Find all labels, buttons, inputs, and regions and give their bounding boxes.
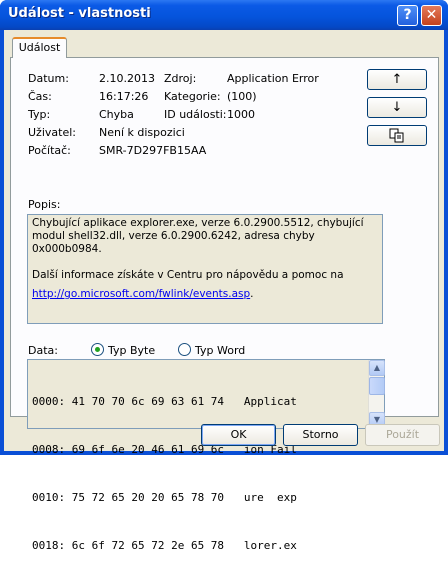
close-button[interactable]: ✕ — [421, 5, 442, 26]
description-link-line: http://go.microsoft.com/fwlink/events.as… — [32, 288, 254, 300]
category-value: (100) — [227, 90, 257, 103]
data-label: Data: — [28, 344, 58, 357]
close-icon: ✕ — [425, 7, 438, 23]
user-value: Není k dispozici — [99, 126, 185, 139]
ok-button[interactable]: OK — [201, 424, 276, 446]
category-label: Kategorie: — [164, 90, 221, 103]
computer-label: Počítač: — [28, 144, 71, 157]
radio-byte-label: Typ Byte — [108, 344, 156, 357]
tab-panel: Datum: 2.10.2013 Čas: 16:17:26 Typ: Chyb… — [10, 57, 439, 552]
previous-event-button[interactable]: ↑ — [367, 69, 427, 90]
radio-selected-dot — [95, 347, 100, 352]
type-label: Typ: — [28, 108, 51, 121]
source-value: Application Error — [227, 72, 319, 85]
type-value: Chyba — [99, 108, 134, 121]
description-box[interactable]: Chybující aplikace explorer.exe, verze 6… — [27, 214, 383, 324]
description-help-text: Další informace získáte v Centru pro náp… — [32, 269, 344, 281]
hex-scrollbar[interactable]: ▲ ▼ — [368, 360, 385, 428]
event-id-value: 1000 — [227, 108, 255, 121]
help-icon: ? — [403, 7, 412, 23]
radio-byte[interactable] — [91, 343, 104, 356]
description-text: Chybující aplikace explorer.exe, verze 6… — [32, 217, 364, 255]
time-value: 16:17:26 — [99, 90, 149, 103]
title-bar[interactable]: Událost - vlastnosti ? ✕ — [0, 0, 448, 30]
event-properties-window: Událost - vlastnosti ? ✕ Událost Datum: … — [0, 0, 448, 552]
events-link[interactable]: http://go.microsoft.com/fwlink/events.as… — [32, 288, 250, 300]
window-title: Událost - vlastnosti — [8, 6, 151, 21]
date-value: 2.10.2013 — [99, 72, 155, 85]
copy-icon — [389, 128, 404, 143]
event-id-label: ID události: — [164, 108, 227, 121]
tab-event[interactable]: Událost — [12, 37, 67, 58]
dialog-client: Událost Datum: 2.10.2013 Čas: 16:17:26 T… — [4, 30, 444, 552]
apply-button[interactable]: Použít — [365, 424, 440, 446]
radio-word[interactable] — [178, 343, 191, 356]
hex-line: 0010: 75 72 65 20 20 65 78 70 ure exp — [32, 491, 297, 504]
cancel-button[interactable]: Storno — [283, 424, 358, 446]
data-hex-view[interactable]: 0000: 41 70 70 6c 69 63 61 74 Applicat 0… — [27, 359, 385, 552]
computer-value: SMR-7D297FB15AA — [99, 144, 207, 157]
arrow-down-icon: ↓ — [391, 100, 403, 115]
radio-word-label: Typ Word — [195, 344, 246, 357]
hex-lines: 0000: 41 70 70 6c 69 63 61 74 Applicat 0… — [32, 362, 297, 586]
hex-line: 0018: 6c 6f 72 65 72 2e 65 78 lorer.ex — [32, 539, 297, 552]
scroll-up-button[interactable]: ▲ — [369, 360, 385, 376]
copy-button[interactable] — [367, 125, 427, 146]
hex-line: 0000: 41 70 70 6c 69 63 61 74 Applicat — [32, 395, 297, 408]
arrow-up-icon: ↑ — [391, 72, 403, 87]
date-label: Datum: — [28, 72, 69, 85]
scroll-up-icon: ▲ — [373, 363, 381, 372]
scroll-down-icon: ▼ — [373, 415, 381, 424]
description-label: Popis: — [28, 198, 61, 211]
scroll-thumb[interactable] — [369, 377, 385, 395]
next-event-button[interactable]: ↓ — [367, 97, 427, 118]
source-label: Zdroj: — [164, 72, 197, 85]
help-button[interactable]: ? — [397, 5, 418, 26]
time-label: Čas: — [28, 90, 52, 103]
user-label: Uživatel: — [28, 126, 76, 139]
